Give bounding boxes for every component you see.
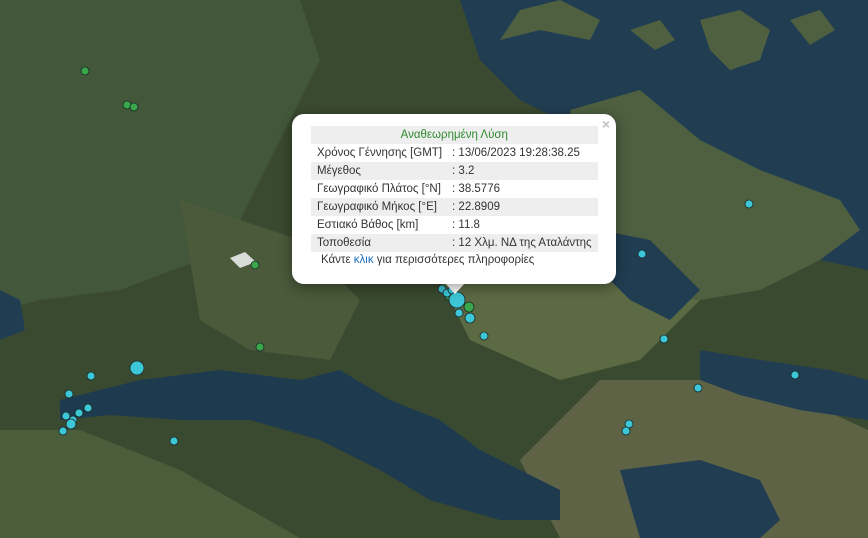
location-value: : 12 Χλμ. ΝΔ της Αταλάντης [448, 234, 598, 252]
earthquake-marker[interactable] [693, 383, 703, 393]
earthquake-marker[interactable] [464, 312, 476, 324]
more-info-link[interactable]: κλικ [354, 254, 374, 266]
earthquake-marker[interactable] [58, 426, 68, 436]
earthquake-details-table: Αναθεωρημένη Λύση Χρόνος Γέννησης [GMT]:… [311, 126, 598, 252]
magnitude-value: : 3.2 [448, 162, 598, 180]
earthquake-marker[interactable] [255, 342, 265, 352]
earthquake-marker[interactable] [659, 334, 669, 344]
location-label: Τοποθεσία [311, 234, 449, 252]
more-info-text: Κάντε κλικ για περισσότερες πληροφορίες [321, 254, 534, 266]
earthquake-marker[interactable] [448, 291, 466, 309]
earthquake-marker[interactable] [169, 436, 179, 446]
earthquake-marker[interactable] [479, 331, 489, 341]
more-info-suffix: για περισσότερες πληροφορίες [373, 254, 535, 266]
earthquake-marker[interactable] [86, 371, 96, 381]
more-info-prefix: Κάντε [321, 254, 354, 266]
origin-time-value: : 13/06/2023 19:28:38.25 [452, 147, 580, 159]
earthquake-marker[interactable] [637, 249, 647, 259]
origin-time-label: Χρόνος Γέννησης [GMT] [317, 147, 443, 159]
popup-title: Αναθεωρημένη Λύση [311, 126, 598, 144]
earthquake-marker[interactable] [621, 426, 631, 436]
latitude-label: Γεωγραφικό Πλάτος [°N] [317, 183, 441, 195]
longitude-label: Γεωγραφικό Μήκος [°E] [311, 198, 449, 216]
latitude-value: : 38.5776 [452, 183, 500, 195]
depth-label: Εστιακό Βάθος [km] [317, 219, 419, 231]
close-icon[interactable]: × [602, 117, 610, 131]
earthquake-marker[interactable] [744, 199, 754, 209]
earthquake-marker[interactable] [463, 301, 475, 313]
earthquake-marker[interactable] [83, 403, 93, 413]
earthquake-marker[interactable] [74, 408, 84, 418]
earthquake-marker[interactable] [790, 370, 800, 380]
earthquake-marker[interactable] [65, 418, 77, 430]
earthquake-marker[interactable] [64, 389, 74, 399]
depth-value: : 11.8 [452, 219, 480, 231]
earthquake-marker[interactable] [129, 102, 139, 112]
earthquake-marker[interactable] [80, 66, 90, 76]
earthquake-marker[interactable] [454, 308, 464, 318]
earthquake-marker[interactable] [250, 260, 260, 270]
earthquake-popup: × Αναθεωρημένη Λύση Χρόνος Γέννησης [GMT… [292, 114, 616, 284]
popup-tip [445, 283, 465, 294]
magnitude-label: Μέγεθος [311, 162, 449, 180]
longitude-value: : 22.8909 [448, 198, 598, 216]
earthquake-marker[interactable] [129, 360, 145, 376]
